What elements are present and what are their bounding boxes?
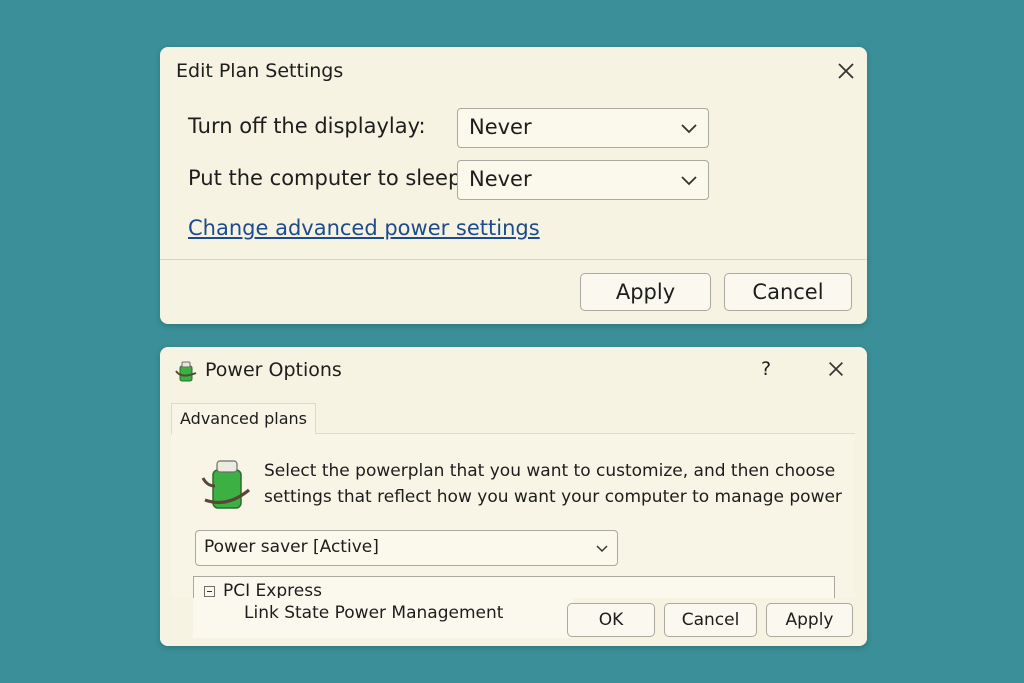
sleep-timeout-select[interactable]: Never: [457, 160, 709, 200]
display-timeout-value: Never: [469, 115, 532, 139]
display-timeout-label: Turn off the displaylay:: [188, 114, 426, 138]
chevron-down-icon: [681, 124, 697, 134]
description-line: Select the powerplan that you want to cu…: [264, 461, 836, 481]
collapse-toggle-icon[interactable]: [204, 586, 215, 597]
chevron-down-icon: [596, 545, 608, 553]
edit-plan-settings-dialog: Edit Plan Settings Turn off the displayl…: [160, 47, 867, 324]
sleep-timeout-label: Put the computer to sleep:: [188, 166, 457, 190]
tab-advanced-plans[interactable]: Advanced plans: [171, 403, 316, 434]
power-plan-select[interactable]: Power saver [Active]: [195, 530, 618, 566]
settings-tree-child-area: Link State Power Management: [193, 598, 573, 638]
help-button[interactable]: ?: [761, 358, 771, 380]
footer-divider: [160, 259, 867, 260]
plan-description: Select the powerplan that you want to cu…: [264, 458, 842, 510]
tree-item-link-state-power-management[interactable]: Link State Power Management: [244, 603, 503, 623]
cancel-button[interactable]: Cancel: [724, 273, 852, 311]
battery-icon: [201, 456, 253, 512]
power-options-dialog: Power Options ? Advanced plans Select th…: [160, 347, 867, 646]
close-icon[interactable]: [826, 359, 846, 379]
sleep-timeout-value: Never: [469, 167, 532, 191]
description-line: settings that reflect how you want your …: [264, 487, 842, 507]
display-timeout-select[interactable]: Never: [457, 108, 709, 148]
chevron-down-icon: [681, 176, 697, 186]
title-divider: [160, 95, 867, 96]
title-bar: Edit Plan Settings: [160, 47, 867, 95]
power-plan-value: Power saver [Active]: [204, 537, 379, 557]
cancel-button[interactable]: Cancel: [664, 603, 757, 637]
advanced-power-settings-link[interactable]: Change advanced power settings: [188, 216, 540, 240]
battery-icon: [175, 359, 197, 383]
close-icon[interactable]: [835, 60, 857, 82]
apply-button[interactable]: Apply: [580, 273, 711, 311]
ok-button[interactable]: OK: [567, 603, 655, 637]
dialog-title: Power Options: [205, 359, 342, 381]
dialog-title: Edit Plan Settings: [176, 60, 344, 82]
apply-button[interactable]: Apply: [766, 603, 853, 637]
